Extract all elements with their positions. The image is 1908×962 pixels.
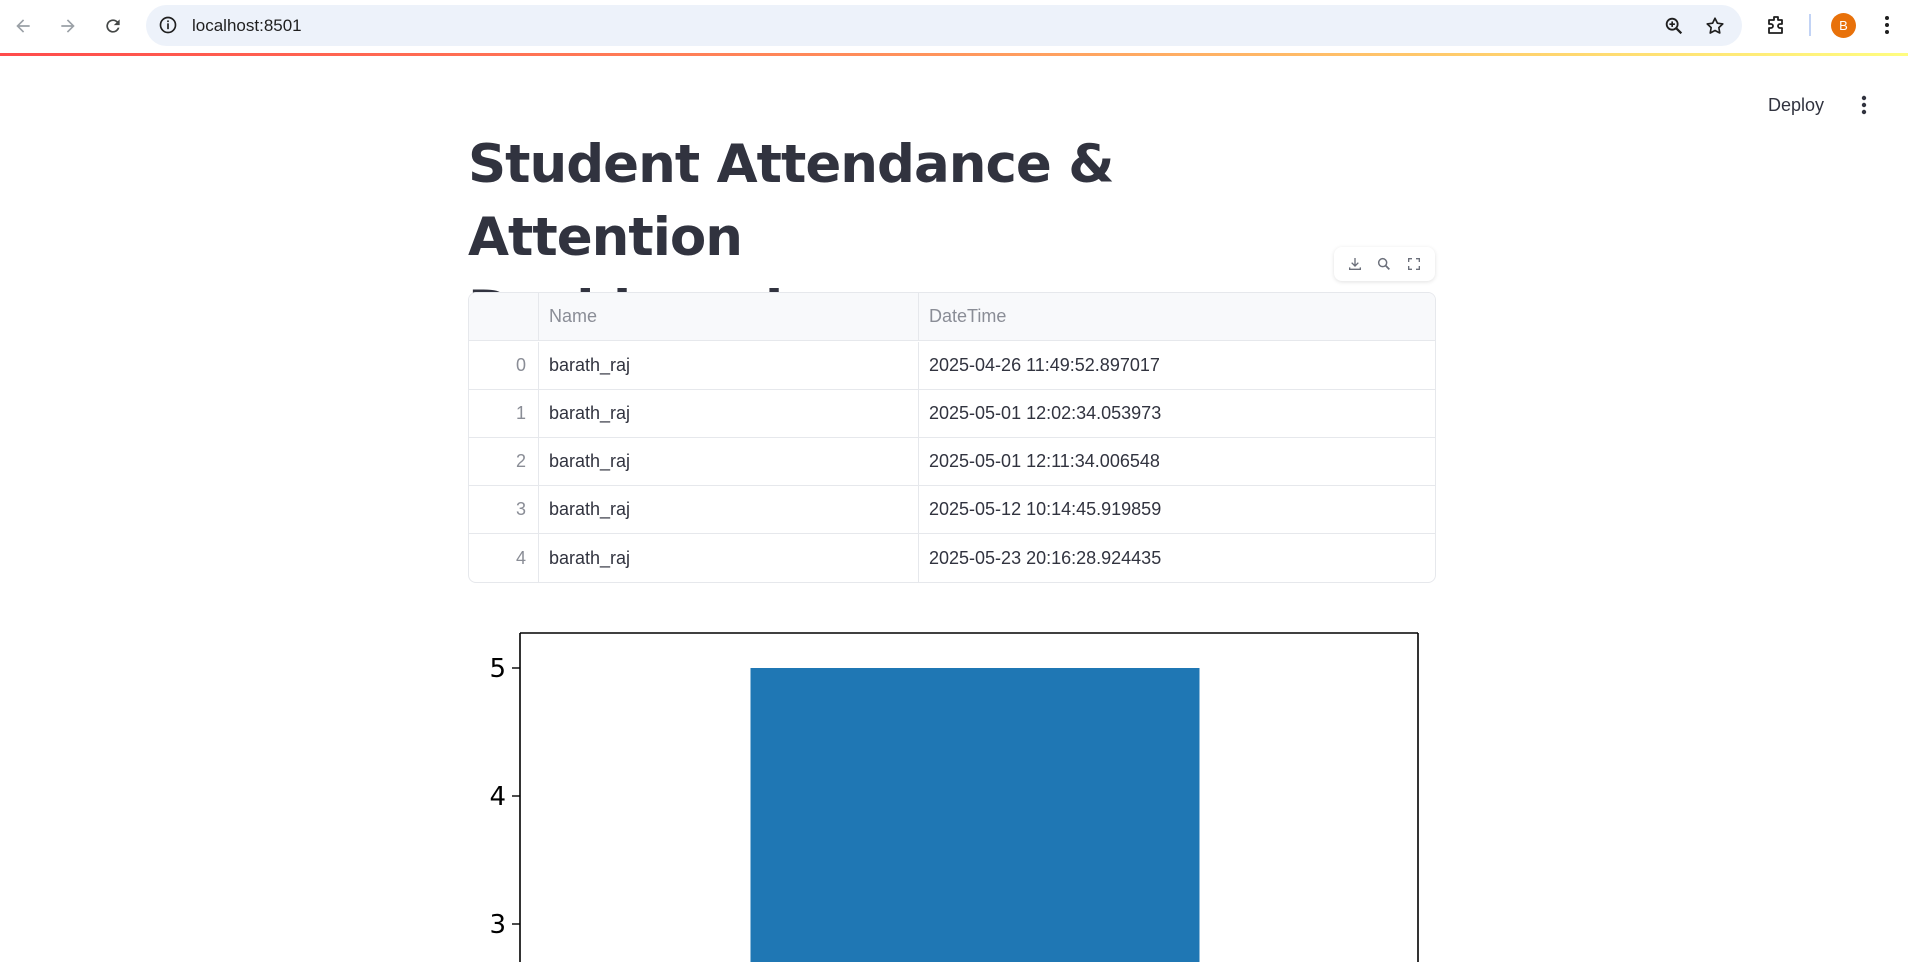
row-index: 4 — [469, 534, 539, 582]
name-cell[interactable]: barath_raj — [539, 438, 919, 485]
more-vertical-icon — [1861, 95, 1867, 115]
zoom-icon[interactable] — [1663, 15, 1685, 37]
row-index: 2 — [469, 438, 539, 485]
page-title-line1: Student Attendance & Attention — [468, 134, 1114, 268]
row-index: 1 — [469, 390, 539, 437]
back-button[interactable] — [7, 10, 39, 42]
arrow-left-icon — [16, 19, 30, 33]
download-icon[interactable] — [1346, 255, 1364, 273]
column-header-name[interactable]: Name — [539, 293, 919, 340]
toolbar-divider — [1809, 14, 1811, 36]
reload-icon — [106, 19, 120, 33]
url-text[interactable]: localhost:8501 — [192, 16, 302, 36]
browser-menu-icon[interactable] — [1875, 13, 1899, 37]
name-cell[interactable]: barath_raj — [539, 342, 919, 389]
info-icon[interactable] — [158, 15, 178, 35]
row-index: 0 — [469, 342, 539, 389]
browser-toolbar: localhost:8501 B — [0, 0, 1908, 52]
extensions-icon[interactable] — [1764, 13, 1788, 37]
y-tick-label: 3 — [489, 910, 506, 940]
y-tick-label: 5 — [489, 654, 506, 684]
table-row[interactable]: 3 barath_raj 2025-05-12 10:14:45.919859 — [469, 486, 1435, 534]
column-header-datetime[interactable]: DateTime — [919, 293, 1435, 340]
fullscreen-icon[interactable] — [1405, 255, 1423, 273]
datetime-cell[interactable]: 2025-05-01 12:11:34.006548 — [919, 438, 1435, 485]
datetime-cell[interactable]: 2025-04-26 11:49:52.897017 — [919, 342, 1435, 389]
address-bar[interactable]: localhost:8501 — [146, 5, 1742, 46]
forward-button[interactable] — [52, 10, 84, 42]
bookmark-star-icon[interactable] — [1704, 15, 1726, 37]
search-icon[interactable] — [1375, 255, 1393, 273]
datetime-cell[interactable]: 2025-05-23 20:16:28.924435 — [919, 534, 1435, 582]
datetime-cell[interactable]: 2025-05-12 10:14:45.919859 — [919, 486, 1435, 533]
column-header-index[interactable] — [469, 293, 539, 340]
main-menu-button[interactable] — [1852, 92, 1876, 118]
arrow-right-icon — [61, 19, 75, 33]
reload-button[interactable] — [97, 10, 129, 42]
row-index: 3 — [469, 486, 539, 533]
table-header-row: Name DateTime — [469, 293, 1435, 341]
table-row[interactable]: 1 barath_raj 2025-05-01 12:02:34.053973 — [469, 390, 1435, 438]
attendance-dataframe[interactable]: Name DateTime 0 barath_raj 2025-04-26 11… — [468, 292, 1436, 583]
name-cell[interactable]: barath_raj — [539, 390, 919, 437]
attendance-bar-chart: 5 4 3 — [489, 632, 1419, 962]
profile-avatar[interactable]: B — [1831, 13, 1856, 38]
datetime-cell[interactable]: 2025-05-01 12:02:34.053973 — [919, 390, 1435, 437]
y-tick-label: 4 — [489, 782, 506, 812]
table-row[interactable]: 2 barath_raj 2025-05-01 12:11:34.006548 — [469, 438, 1435, 486]
name-cell[interactable]: barath_raj — [539, 486, 919, 533]
table-row[interactable]: 4 barath_raj 2025-05-23 20:16:28.924435 — [469, 534, 1435, 582]
chart-bar — [750, 668, 1200, 962]
dataframe-toolbar — [1334, 247, 1435, 281]
deploy-button[interactable]: Deploy — [1756, 90, 1836, 120]
table-row[interactable]: 0 barath_raj 2025-04-26 11:49:52.897017 — [469, 342, 1435, 390]
name-cell[interactable]: barath_raj — [539, 534, 919, 582]
app-header-decoration — [0, 53, 1908, 56]
